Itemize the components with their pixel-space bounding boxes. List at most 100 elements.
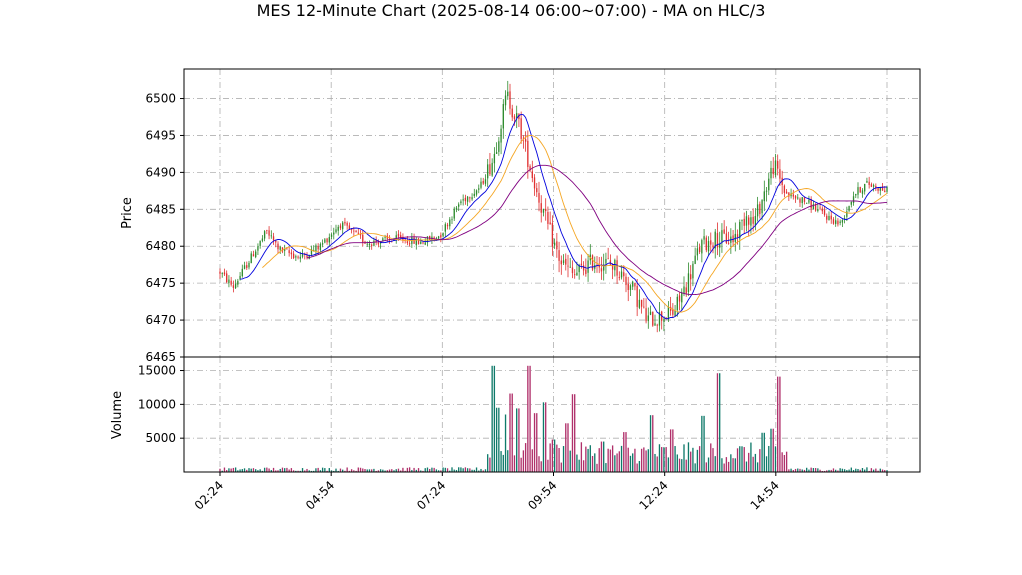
- candle-body: [549, 222, 551, 225]
- candle-body: [337, 226, 339, 231]
- volume-bar: [408, 467, 411, 472]
- candle-body: [846, 211, 848, 217]
- candle-body: [261, 238, 264, 241]
- candle-body: [817, 208, 819, 212]
- candle-body: [629, 285, 632, 290]
- x-tick-label: 07:24: [414, 478, 448, 512]
- candle-body: [768, 178, 770, 191]
- volume-bar: [578, 459, 580, 472]
- volume-tick-label: 10000: [138, 397, 176, 411]
- volume-bar: [243, 468, 246, 472]
- volume-bar: [832, 468, 835, 472]
- volume-bar: [580, 442, 583, 472]
- candle-body: [237, 280, 239, 285]
- volume-bar: [603, 441, 605, 472]
- candle-body: [326, 238, 328, 243]
- volume-bar: [596, 463, 598, 472]
- candle-body: [694, 255, 696, 264]
- volume-bar: [741, 446, 743, 472]
- volume-bar: [328, 468, 330, 472]
- volume-bar: [723, 463, 725, 472]
- volume-bar: [507, 450, 509, 472]
- volume-bar: [556, 444, 558, 472]
- candle-body: [223, 272, 226, 275]
- candle-body: [502, 104, 504, 129]
- candle-body: [344, 221, 346, 224]
- candle-body: [248, 262, 250, 268]
- candle-body: [600, 268, 603, 272]
- candle-body: [692, 263, 694, 279]
- candle-body: [538, 192, 540, 203]
- candle-body: [582, 265, 585, 271]
- volume-bar: [768, 445, 770, 472]
- volume-bar: [402, 467, 404, 472]
- candle-body: [292, 253, 295, 258]
- volume-bar: [268, 468, 270, 472]
- volume-bar: [817, 468, 819, 472]
- volume-bar: [339, 468, 342, 472]
- volume-bar: [553, 439, 556, 472]
- volume-bar: [683, 444, 685, 472]
- volume-bar: [634, 448, 636, 472]
- volume-bar: [598, 448, 600, 472]
- volume-bar: [574, 394, 576, 472]
- volume-bar: [879, 468, 881, 472]
- volume-bar: [357, 467, 359, 472]
- volume-bar: [654, 453, 656, 472]
- candle-body: [279, 247, 281, 250]
- volume-bar: [781, 452, 783, 472]
- volume-bar: [522, 450, 525, 472]
- volume-bar: [698, 446, 701, 472]
- volume-bar: [495, 407, 498, 472]
- volume-bar: [263, 467, 266, 472]
- volume-bar: [752, 456, 754, 472]
- volume-bar: [545, 402, 547, 472]
- candle-body: [478, 188, 480, 190]
- volume-bar: [759, 449, 761, 472]
- candle-body: [645, 308, 647, 322]
- candle-body: [455, 207, 458, 210]
- candle-body: [346, 222, 348, 226]
- candle-body: [632, 281, 634, 287]
- volume-bar: [551, 439, 554, 472]
- candle-body: [868, 181, 870, 185]
- candle-body: [442, 232, 444, 237]
- candle-body: [843, 218, 846, 219]
- volume-bar: [489, 457, 491, 472]
- volume-bar: [223, 467, 226, 472]
- volume-bar: [652, 415, 654, 472]
- candle-body: [855, 193, 857, 196]
- candle-body: [420, 241, 422, 244]
- candle-body: [743, 218, 745, 226]
- candle-body: [835, 220, 837, 224]
- volume-bar: [335, 468, 337, 472]
- volume-bar: [696, 449, 699, 472]
- candle-body: [286, 248, 288, 250]
- candle-body: [241, 268, 243, 277]
- candle-body: [545, 208, 547, 212]
- candle-body: [830, 215, 832, 220]
- candle-body: [542, 208, 545, 213]
- candle-body: [683, 286, 685, 294]
- candle-body: [886, 186, 888, 192]
- volume-bar: [232, 467, 235, 472]
- volume-bar: [765, 456, 768, 472]
- volume-bar: [286, 467, 288, 472]
- volume-bar: [431, 467, 433, 472]
- volume-bar: [770, 428, 772, 472]
- candle-body: [482, 180, 484, 184]
- candle-body: [647, 315, 649, 322]
- candle-body: [560, 260, 562, 265]
- volume-bar: [533, 413, 536, 472]
- candle-body: [763, 191, 765, 202]
- volume-bar: [647, 449, 649, 472]
- candle-body: [424, 242, 426, 245]
- candle-body: [701, 240, 703, 254]
- price-tick-label: 6485: [145, 202, 176, 216]
- volume-bar: [252, 468, 255, 472]
- moving-average-layer: [240, 113, 888, 320]
- candle-body: [373, 240, 375, 246]
- candle-body: [495, 152, 498, 154]
- price-panel-frame: [183, 68, 921, 358]
- candle-body: [609, 260, 612, 265]
